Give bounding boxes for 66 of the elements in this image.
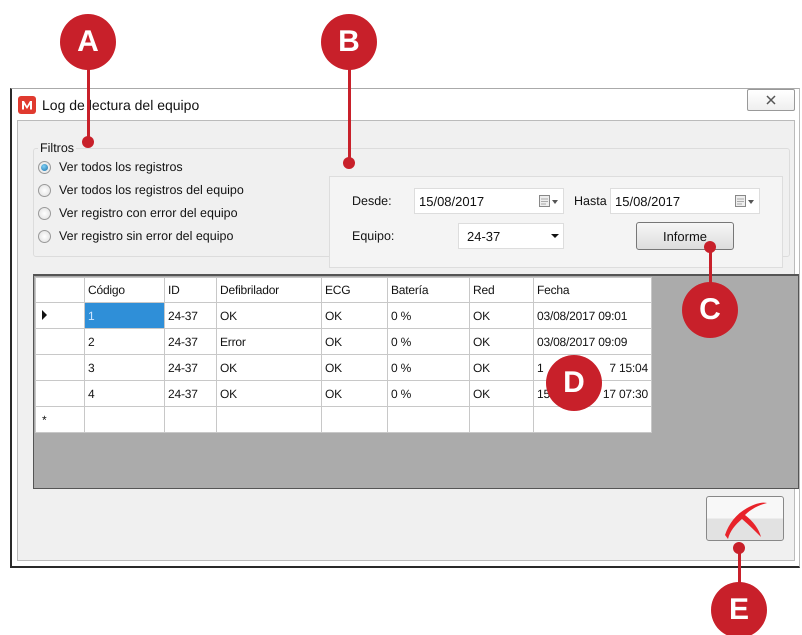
table-cell: OK	[322, 354, 388, 380]
table-cell: OK	[470, 354, 534, 380]
table-cell: OK	[216, 354, 322, 380]
close-button[interactable]	[747, 89, 795, 111]
table-cell: OK	[470, 380, 534, 406]
radio-option[interactable]: Ver registro sin error del equipo	[38, 229, 244, 243]
table-cell: 03/08/2017 09:09	[534, 328, 652, 354]
radio-button[interactable]	[38, 160, 51, 174]
table-cell: OK	[470, 302, 534, 328]
radio-button[interactable]	[38, 206, 51, 220]
group-label: Filtros	[39, 141, 76, 155]
column-header[interactable]: Batería	[388, 278, 470, 302]
column-header[interactable]: Fecha	[534, 278, 652, 302]
close-button[interactable]	[706, 496, 784, 541]
close-icon	[766, 95, 776, 105]
field-label: Equipo:	[352, 229, 396, 243]
calendar-dropdown-icon	[539, 194, 559, 208]
window-title: Log de lectura del equipo	[42, 96, 200, 112]
table-cell: OK	[322, 380, 388, 406]
radio-option[interactable]: Ver todos los registros	[38, 160, 244, 174]
row-header[interactable]	[36, 328, 84, 354]
table-cell: 4	[84, 380, 164, 406]
table-cell: 0 %	[388, 302, 470, 328]
column-header[interactable]: Defibrilador	[216, 278, 322, 302]
app-logo-icon	[18, 96, 36, 114]
callout-badge: B	[321, 14, 377, 70]
radio-button[interactable]	[38, 230, 51, 242]
current-row-icon	[42, 310, 47, 320]
column-header[interactable]: Red	[470, 278, 534, 302]
table-cell: 0 %	[388, 354, 470, 380]
row-header: *	[36, 406, 84, 432]
callout-badge: A	[60, 14, 116, 70]
field-label: Hasta	[574, 194, 608, 208]
row-header[interactable]	[36, 302, 84, 328]
row-header[interactable]	[36, 354, 84, 380]
radio-button[interactable]	[38, 184, 51, 196]
table-cell: 03/08/2017 09:01	[534, 302, 652, 328]
radio-option[interactable]: Ver registro con error del equipo	[38, 206, 244, 220]
calendar-dropdown-icon	[735, 194, 755, 208]
report-button[interactable]: Informe	[636, 222, 734, 250]
column-header[interactable]: ID	[164, 278, 216, 302]
table-cell: 24-37	[164, 302, 216, 328]
table-cell: 1	[84, 302, 164, 328]
date-picker[interactable]: 15/08/2017	[414, 188, 564, 214]
table-cell: 2	[84, 328, 164, 354]
callout-badge: E	[711, 582, 767, 635]
radio-option[interactable]: Ver todos los registros del equipo	[38, 183, 244, 197]
table-cell: OK	[216, 302, 322, 328]
table-cell: 24-37	[164, 354, 216, 380]
caret-icon	[551, 234, 559, 238]
table-cell: OK	[322, 328, 388, 354]
device-dropdown[interactable]: 24-37	[458, 223, 564, 249]
table-cell: 24-37	[164, 380, 216, 406]
field-label: Desde:	[352, 194, 393, 208]
table-cell: OK	[216, 380, 322, 406]
table-cell: 0 %	[388, 328, 470, 354]
table-cell: 24-37	[164, 328, 216, 354]
table-cell: 0 %	[388, 380, 470, 406]
column-header[interactable]: ECG	[322, 278, 388, 302]
row-header[interactable]	[36, 380, 84, 406]
date-picker[interactable]: 15/08/2017	[610, 188, 760, 214]
column-header[interactable]: Código	[84, 278, 164, 302]
table-cell: 3	[84, 354, 164, 380]
table-cell: Error	[216, 328, 322, 354]
table-cell: OK	[322, 302, 388, 328]
table-cell: OK	[470, 328, 534, 354]
